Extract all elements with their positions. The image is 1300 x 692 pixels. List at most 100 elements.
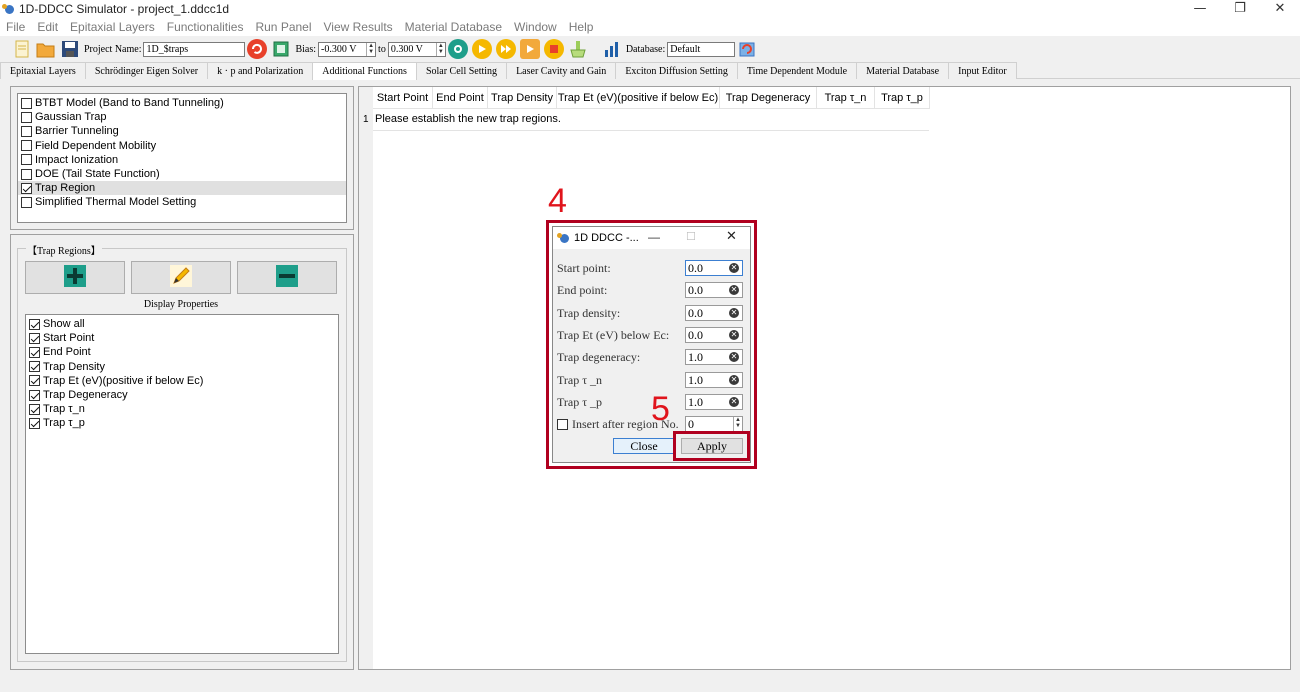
minimize-icon[interactable]: — [1180,0,1220,17]
property-trap-density[interactable]: Trap Density [26,360,338,374]
function-barrier-tunneling[interactable]: Barrier Tunneling [18,124,346,138]
tab-epitaxial-layers[interactable]: Epitaxial Layers [0,62,86,79]
database-refresh-icon[interactable] [737,39,757,59]
column-trap-tau-p[interactable]: Trap τ_p [875,87,930,109]
close-icon[interactable]: ✕ [1260,0,1300,17]
run-all-icon[interactable] [495,39,516,59]
bias-to-value: 0.300 V [390,43,423,55]
tab-schrodinger-eigen-solver[interactable]: Schrödinger Eigen Solver [84,62,209,79]
menu-file[interactable]: File [0,20,31,34]
property-label: Trap τ_p [43,417,85,430]
checkbox-checked-icon[interactable] [29,361,40,373]
stop-icon[interactable] [543,39,564,59]
checkbox-icon[interactable] [21,196,32,208]
trap-regions-title: 【Trap Regions】 [26,242,102,257]
tab-laser-cavity-gain[interactable]: Laser Cavity and Gain [506,62,617,79]
column-trap-degeneracy[interactable]: Trap Degeneracy [720,87,817,109]
checkbox-checked-icon[interactable] [29,318,40,330]
window-controls: — ❐ ✕ [1180,0,1300,17]
plus-icon [64,265,86,290]
refresh-icon[interactable] [247,39,268,59]
tab-material-database[interactable]: Material Database [856,62,950,79]
menu-help[interactable]: Help [563,20,600,34]
checkbox-icon[interactable] [21,125,32,137]
batch-run-icon[interactable] [519,39,540,59]
minus-icon [276,265,298,290]
property-start-point[interactable]: Start Point [26,331,338,345]
property-end-point[interactable]: End Point [26,345,338,359]
menu-edit[interactable]: Edit [31,20,64,34]
bias-from-spinner-icon[interactable]: ▲ ▼ [366,42,375,56]
bias-to-input[interactable]: 0.300 V ▲ ▼ [387,41,446,57]
tab-input-editor[interactable]: Input Editor [948,62,1017,79]
menu-epitaxial-layers[interactable]: Epitaxial Layers [64,20,161,34]
property-trap-et[interactable]: Trap Et (eV)(positive if below Ec) [26,374,338,388]
checkbox-checked-icon[interactable] [29,332,40,344]
restore-icon[interactable]: ❐ [1220,0,1260,17]
checkbox-icon[interactable] [21,168,32,180]
property-trap-tau-n[interactable]: Trap τ_n [26,402,338,416]
checkbox-checked-icon[interactable] [29,403,40,415]
function-simplified-thermal-model[interactable]: Simplified Thermal Model Setting [18,195,346,209]
edit-region-button[interactable] [131,261,231,294]
settings-icon[interactable] [447,39,468,59]
menu-view-results[interactable]: View Results [318,20,399,34]
status-bar [0,677,1300,692]
open-folder-icon[interactable] [36,39,56,59]
checkbox-icon[interactable] [21,154,32,166]
function-doe-tail-state[interactable]: DOE (Tail State Function) [18,167,346,181]
checkbox-checked-icon[interactable] [29,346,40,358]
function-gaussian-trap[interactable]: Gaussian Trap [18,110,346,124]
table-row-message: Please establish the new trap regions. [375,113,561,125]
menu-window[interactable]: Window [508,20,563,34]
property-label: Trap Degeneracy [43,389,128,402]
function-trap-region[interactable]: Trap Region [18,181,346,196]
new-file-icon[interactable] [12,39,32,59]
bias-from-input[interactable]: -0.300 V ▲ ▼ [318,41,377,57]
add-region-button[interactable] [25,261,125,294]
menu-run-panel[interactable]: Run Panel [249,20,317,34]
tab-solar-cell-setting[interactable]: Solar Cell Setting [415,62,508,79]
property-trap-degeneracy[interactable]: Trap Degeneracy [26,388,338,402]
function-btbt-model[interactable]: BTBT Model (Band to Band Tunneling) [18,96,346,110]
save-icon[interactable] [60,39,80,59]
remove-region-button[interactable] [237,261,337,294]
property-trap-tau-p[interactable]: Trap τ_p [26,416,338,430]
annotation-step5-label: 5 [651,390,670,428]
checkbox-icon[interactable] [21,97,32,109]
menu-material-database[interactable]: Material Database [399,20,508,34]
column-start-point[interactable]: Start Point [373,87,433,109]
clear-icon[interactable] [568,39,588,59]
checkbox-icon[interactable] [21,111,32,123]
function-field-dependent-mobility[interactable]: Field Dependent Mobility [18,139,346,153]
property-show-all[interactable]: Show all [26,317,338,331]
checkbox-checked-icon[interactable] [29,375,40,387]
checkbox-icon[interactable] [21,140,32,152]
checkbox-checked-icon[interactable] [29,417,40,429]
pencil-icon [170,265,192,290]
menu-bar: File Edit Epitaxial Layers Functionaliti… [0,17,1300,36]
project-name-input[interactable]: 1D_$traps [143,41,246,57]
column-trap-density[interactable]: Trap Density [488,87,557,109]
checkbox-checked-icon[interactable] [21,182,32,194]
menu-functionalities[interactable]: Functionalities [161,20,250,34]
chart-icon[interactable] [602,39,622,59]
column-trap-et[interactable]: Trap Et (eV)(positive if below Ec) [557,87,720,109]
bias-to-spinner-icon[interactable]: ▲ ▼ [435,42,445,56]
column-end-point[interactable]: End Point [433,87,488,109]
function-impact-ionization[interactable]: Impact Ionization [18,153,346,167]
run-icon[interactable] [471,39,492,59]
function-label: Barrier Tunneling [35,125,119,138]
checkbox-checked-icon[interactable] [29,389,40,401]
functions-list: BTBT Model (Band to Band Tunneling) Gaus… [17,93,347,223]
tab-additional-functions[interactable]: Additional Functions [312,62,417,80]
export-icon[interactable] [271,39,291,59]
column-trap-tau-n[interactable]: Trap τ_n [817,87,875,109]
table-row-divider [373,130,929,131]
tab-time-dependent-module[interactable]: Time Dependent Module [736,62,858,79]
trap-regions-table[interactable]: Start Point End Point Trap Density Trap … [358,86,1291,670]
tab-kp-polarization[interactable]: k · p and Polarization [207,62,314,79]
database-input[interactable]: Default [667,41,736,57]
display-properties-label: Display Properties [143,299,219,310]
tab-exciton-diffusion[interactable]: Exciton Diffusion Setting [615,62,738,79]
